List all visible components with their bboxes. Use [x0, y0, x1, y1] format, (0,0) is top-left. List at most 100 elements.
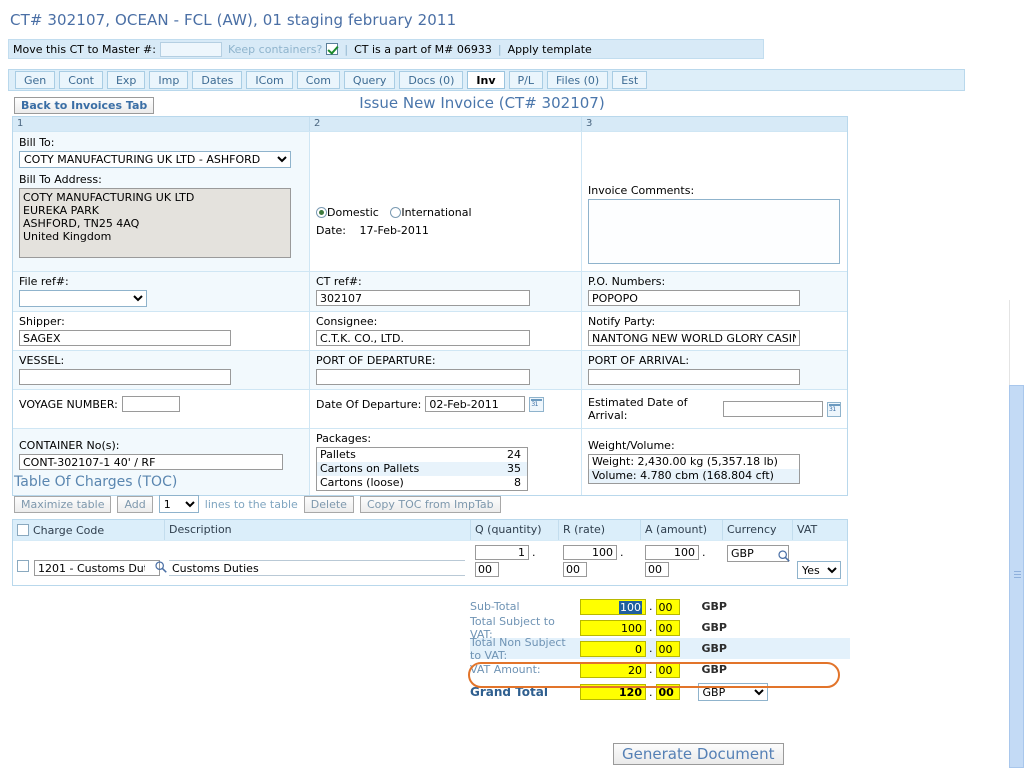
total-row-vat-amount: VAT Amount: 20 . 00 GBP [470, 659, 850, 680]
tab-query[interactable]: Query [343, 71, 396, 89]
file-ref-select[interactable] [19, 290, 147, 307]
tab-icom[interactable]: ICom [246, 71, 293, 89]
port-departure-input[interactable] [316, 369, 530, 385]
rate-dec-input[interactable] [563, 562, 587, 577]
column-header-3: 3 [586, 118, 593, 129]
calendar-icon-departure[interactable] [529, 396, 545, 412]
vat-amount-int-value[interactable]: 20 [580, 661, 646, 678]
description-input[interactable] [169, 560, 465, 576]
port-departure-cell: PORT OF DEPARTURE: [310, 351, 582, 389]
currency-search-icon[interactable] [777, 549, 791, 563]
generate-document-button[interactable]: Generate Document [613, 743, 784, 765]
table-row: . . . [13, 540, 847, 585]
shipper-input[interactable] [19, 330, 231, 346]
subtotal-dec-value[interactable]: 00 [655, 598, 680, 615]
radio-domestic[interactable] [316, 207, 327, 218]
column-header-row: 1 2 3 [13, 117, 847, 131]
master-toolbar: Move this CT to Master #: Keep container… [8, 39, 764, 59]
voyage-row: VOYAGE NUMBER: Date Of Departure: Estima… [13, 389, 847, 428]
vat-amount-dec-value[interactable]: 00 [655, 661, 680, 678]
tab-dates[interactable]: Dates [192, 71, 243, 89]
ct-ref-cell: CT ref#: [310, 272, 582, 311]
row-select-checkbox[interactable] [17, 560, 29, 572]
delete-button[interactable]: Delete [303, 495, 354, 513]
tab-imp[interactable]: Imp [149, 71, 189, 89]
maximize-table-button[interactable]: Maximize table [14, 495, 112, 513]
po-numbers-input[interactable] [588, 290, 800, 306]
vessel-cell: VESSEL: [13, 351, 310, 389]
tab-com[interactable]: Com [296, 71, 340, 89]
tab-exp[interactable]: Exp [106, 71, 146, 89]
section-heading: Issue New Invoice (CT# 302107) [359, 94, 605, 112]
tab-docs[interactable]: Docs (0) [399, 71, 464, 89]
top-panes: Bill To: COTY MANUFACTURING UK LTD - ASH… [13, 131, 847, 271]
notify-party-input[interactable] [588, 330, 800, 346]
row-description-cell [165, 545, 471, 579]
scrollbar-thumb[interactable] [1009, 385, 1024, 768]
non-subject-vat-dec-value[interactable]: 00 [655, 640, 680, 657]
search-icon[interactable] [154, 560, 168, 574]
radio-domestic-label: Domestic [327, 206, 379, 219]
charge-code-input[interactable] [34, 560, 160, 576]
tab-files[interactable]: Files (0) [547, 71, 609, 89]
keep-containers-label: Keep containers? [227, 42, 323, 56]
quantity-int-input[interactable] [475, 545, 529, 560]
tab-cont[interactable]: Cont [59, 71, 103, 89]
grand-total-currency-select[interactable]: GBP [697, 683, 768, 701]
vessel-input[interactable] [19, 369, 231, 385]
date-departure-input[interactable] [425, 396, 526, 412]
vessel-row: VESSEL: PORT OF DEPARTURE: PORT OF ARRIV… [13, 350, 847, 389]
row-code-cell [13, 545, 168, 579]
rate-int-input[interactable] [563, 545, 617, 560]
consignee-input[interactable] [316, 330, 530, 346]
grand-total-dec-value[interactable]: 00 [655, 684, 680, 700]
bill-to-select[interactable]: COTY MANUFACTURING UK LTD - ASHFORD [19, 151, 291, 168]
invoice-comments-textarea[interactable] [588, 199, 840, 264]
voyage-input[interactable] [121, 396, 180, 412]
toc-table: Charge Code Description Q (quantity) R (… [12, 519, 848, 586]
invoice-page: CT# 302107, OCEAN - FCL (AW), 01 staging… [0, 0, 1024, 768]
subject-vat-dec-value[interactable]: 00 [655, 619, 680, 636]
tab-gen[interactable]: Gen [15, 71, 56, 89]
non-subject-vat-int-value[interactable]: 0 [580, 640, 646, 657]
keep-containers-checkbox[interactable] [326, 43, 339, 55]
port-arrival-input[interactable] [588, 369, 800, 385]
add-lines-button[interactable]: Add [117, 495, 153, 513]
bill-to-label: Bill To: [19, 136, 55, 149]
quantity-dec-input[interactable] [475, 562, 499, 577]
invoice-comments-label: Invoice Comments: [588, 184, 695, 197]
total-row-grand-total: Grand Total 120 . 00 GBP [470, 680, 850, 704]
invoice-date-label: Date: [316, 224, 346, 237]
amount-int-input[interactable] [645, 545, 699, 560]
subtotal-int-value[interactable]: 100 [580, 598, 646, 615]
copy-toc-button[interactable]: Copy TOC from ImpTab [359, 495, 501, 513]
toc-header-quantity: Q (quantity) [471, 520, 559, 540]
eta-input[interactable] [723, 401, 824, 417]
lines-count-select[interactable]: 1 [158, 495, 199, 513]
ct-ref-input[interactable] [316, 290, 530, 306]
calendar-icon-arrival[interactable] [827, 401, 841, 417]
master-number-input[interactable] [159, 41, 222, 57]
subject-vat-separator: . [649, 621, 653, 634]
subject-vat-int-value[interactable]: 100 [580, 619, 646, 636]
vat-select[interactable]: Yes [797, 561, 841, 579]
eta-inline: Estimated Date of Arrival: [588, 396, 841, 422]
container-input[interactable] [19, 454, 283, 470]
radio-international[interactable] [390, 207, 402, 218]
grand-total-int-value[interactable]: 120 [580, 684, 646, 700]
toc-header-currency: Currency [723, 520, 793, 540]
tab-inv[interactable]: Inv [467, 71, 505, 89]
consignee-cell: Consignee: [310, 312, 582, 350]
grand-total-separator: . [649, 685, 653, 699]
tab-pl[interactable]: P/L [508, 71, 543, 89]
invoice-type-radios: Domestic International [316, 206, 575, 219]
apply-template-link[interactable]: Apply template [508, 43, 592, 56]
toc-header-amount: A (amount) [641, 520, 723, 540]
select-all-checkbox[interactable] [17, 524, 29, 536]
row-rate-cell: . [559, 545, 641, 579]
po-numbers-label: P.O. Numbers: [588, 275, 666, 288]
tab-est[interactable]: Est [612, 71, 648, 89]
amount-dec-input[interactable] [645, 562, 669, 577]
bill-to-address-textarea[interactable] [19, 188, 291, 258]
shipper-cell: Shipper: [13, 312, 310, 350]
